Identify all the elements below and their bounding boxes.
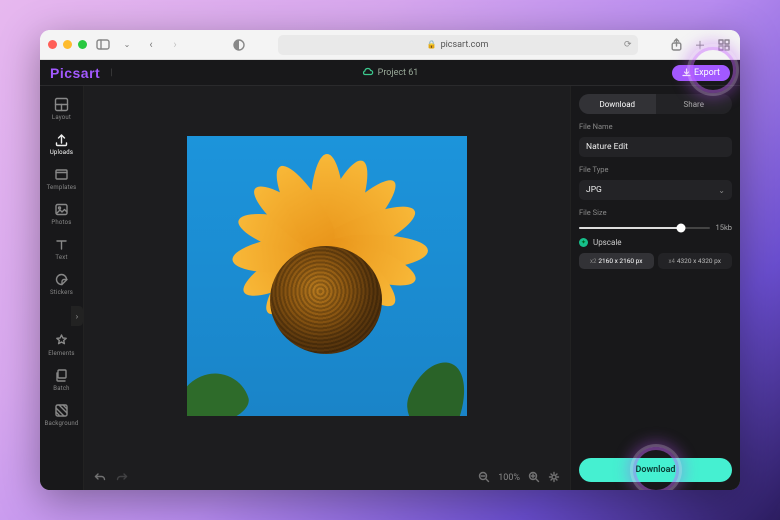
rail-label-templates: Templates	[47, 184, 77, 191]
dimension-chip-2x[interactable]: x22160 x 2160 px	[579, 253, 654, 269]
rail-label-text: Text	[55, 254, 67, 261]
tab-download-label: Download	[599, 100, 635, 109]
photos-icon	[54, 201, 70, 217]
batch-icon	[54, 367, 70, 383]
export-panel: Download Share File Name Nature Edit Fil…	[570, 86, 740, 490]
file-type-select[interactable]: JPG ⌄	[579, 180, 732, 200]
minimize-window-button[interactable]	[63, 40, 72, 49]
share-icon[interactable]	[668, 37, 684, 53]
download-button-label: Download	[636, 465, 676, 475]
project-name-text: Project 61	[378, 68, 419, 78]
canvas-viewport[interactable]	[84, 86, 570, 466]
rail-expand-toggle[interactable]: ›	[71, 306, 83, 326]
file-size-value: 15kb	[716, 223, 732, 232]
export-button-label: Export	[694, 68, 720, 78]
rail-item-batch[interactable]: Batch	[43, 363, 81, 396]
safari-toolbar: ⌄ ‹ › 🔒 picsart.com ⟳ ＋	[40, 30, 740, 60]
rail-item-photos[interactable]: Photos	[43, 197, 81, 230]
templates-icon	[54, 166, 70, 182]
close-window-button[interactable]	[48, 40, 57, 49]
export-tabs: Download Share	[579, 94, 732, 114]
picsart-app: Picsart | Project 61 Export	[40, 60, 740, 490]
reader-privacy-icon[interactable]	[231, 37, 247, 53]
layout-icon	[54, 96, 70, 112]
fullscreen-window-button[interactable]	[78, 40, 87, 49]
nav-forward-icon[interactable]: ›	[167, 37, 183, 53]
chevron-down-icon: ⌄	[718, 186, 725, 195]
file-name-label: File Name	[579, 122, 732, 131]
rail-item-background[interactable]: Background	[43, 398, 81, 431]
rail-label-stickers: Stickers	[50, 289, 73, 296]
rail-item-uploads[interactable]: Uploads	[43, 127, 81, 160]
canvas-settings-button[interactable]	[548, 471, 560, 486]
tab-download[interactable]: Download	[579, 94, 656, 114]
rail-item-stickers[interactable]: Stickers	[43, 267, 81, 300]
picsart-logo[interactable]: Picsart	[50, 65, 100, 81]
rail-label-uploads: Uploads	[50, 149, 73, 156]
tab-overview-icon[interactable]	[716, 37, 732, 53]
file-size-label: File Size	[579, 208, 732, 217]
rail-label-background: Background	[45, 420, 79, 427]
window-controls	[48, 40, 87, 49]
rail-item-elements[interactable]: Elements	[43, 328, 81, 361]
nav-back-icon[interactable]: ‹	[143, 37, 159, 53]
dimension-chips: x22160 x 2160 px x44320 x 4320 px	[579, 253, 732, 269]
upscale-status-icon: ✦	[579, 238, 588, 247]
zoom-level-text[interactable]: 100%	[498, 473, 520, 483]
background-icon	[54, 402, 70, 418]
canvas-footer: 100%	[84, 466, 570, 490]
chip-mult-4x: x4	[669, 258, 675, 265]
upscale-label: Upscale	[593, 238, 622, 247]
undo-button[interactable]	[94, 471, 107, 485]
address-bar[interactable]: 🔒 picsart.com ⟳	[278, 35, 638, 55]
canvas-area: 100%	[84, 86, 570, 490]
zoom-in-button[interactable]	[528, 471, 540, 486]
rail-label-elements: Elements	[48, 350, 74, 357]
rail-item-layout[interactable]: Layout	[43, 92, 81, 125]
rail-label-batch: Batch	[53, 385, 69, 392]
zoom-out-button[interactable]	[478, 471, 490, 486]
file-size-slider[interactable]	[579, 227, 710, 229]
app-header: Picsart | Project 61 Export	[40, 60, 740, 86]
upscale-row[interactable]: ✦ Upscale	[579, 238, 732, 247]
sidebar-toggle-icon[interactable]	[95, 37, 111, 53]
chip-text-2x: 2160 x 2160 px	[598, 257, 642, 265]
file-type-value: JPG	[586, 185, 602, 195]
url-text: picsart.com	[441, 40, 489, 50]
artboard-image[interactable]	[187, 136, 467, 416]
export-button[interactable]: Export	[672, 65, 730, 81]
project-title[interactable]: Project 61	[362, 67, 419, 79]
tab-share[interactable]: Share	[656, 94, 733, 114]
file-name-input[interactable]: Nature Edit	[579, 137, 732, 157]
rail-label-photos: Photos	[51, 219, 71, 226]
file-name-value: Nature Edit	[586, 142, 628, 152]
stickers-icon	[54, 271, 70, 287]
tab-share-label: Share	[684, 100, 704, 109]
left-tool-rail: Layout Uploads Templates Photos	[40, 86, 84, 490]
redo-button[interactable]	[115, 471, 128, 485]
upload-icon	[54, 131, 70, 147]
refresh-icon[interactable]: ⟳	[624, 40, 632, 50]
app-body: Layout Uploads Templates Photos	[40, 86, 740, 490]
rail-item-templates[interactable]: Templates	[43, 162, 81, 195]
lock-icon: 🔒	[427, 40, 437, 49]
rail-item-text[interactable]: Text	[43, 232, 81, 265]
browser-window: ⌄ ‹ › 🔒 picsart.com ⟳ ＋	[40, 30, 740, 490]
rail-label-layout: Layout	[52, 114, 71, 121]
chip-text-4x: 4320 x 4320 px	[677, 257, 721, 265]
desktop-background: ⌄ ‹ › 🔒 picsart.com ⟳ ＋	[0, 0, 780, 520]
download-button[interactable]: Download	[579, 458, 732, 482]
file-type-label: File Type	[579, 165, 732, 174]
new-tab-icon[interactable]: ＋	[692, 37, 708, 53]
tab-dropdown-icon[interactable]: ⌄	[119, 37, 135, 53]
text-icon	[54, 236, 70, 252]
elements-icon	[54, 332, 70, 348]
cloud-saved-icon	[362, 67, 374, 79]
chip-mult-2x: x2	[590, 258, 596, 265]
dimension-chip-4x[interactable]: x44320 x 4320 px	[658, 253, 733, 269]
